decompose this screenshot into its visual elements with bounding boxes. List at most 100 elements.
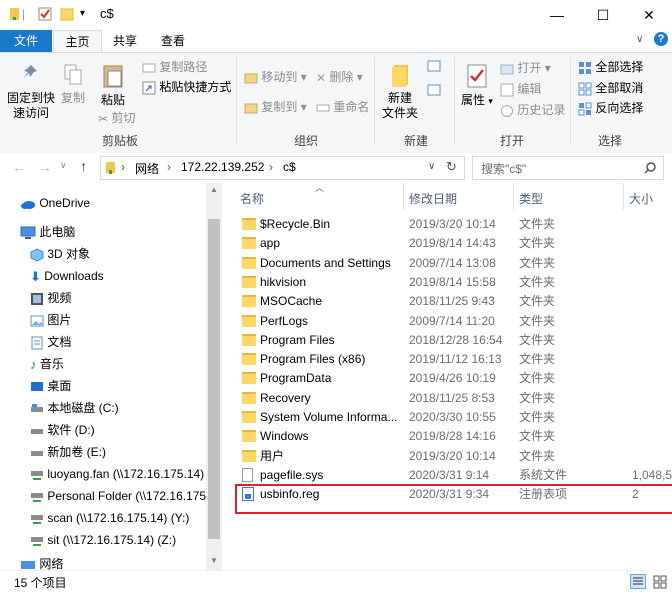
invert-selection-button[interactable]: 反向选择	[578, 99, 643, 117]
table-row[interactable]: Program Files (x86) 2019/11/12 16:13 文件夹	[222, 350, 672, 369]
column-divider[interactable]	[623, 183, 624, 210]
nav-item-pictures[interactable]: 图片	[30, 310, 71, 330]
details-view-icon[interactable]	[630, 574, 646, 589]
scroll-down-icon[interactable]: ▼	[210, 556, 218, 565]
history-label: 历史记录	[517, 103, 566, 117]
copy-path-button[interactable]: 复制路径	[142, 58, 207, 76]
tab-share[interactable]: 共享	[104, 30, 146, 52]
column-divider[interactable]	[513, 183, 514, 210]
column-header-name[interactable]: 名称	[240, 189, 264, 209]
breadcrumb-chevron-icon[interactable]: ›	[167, 160, 171, 174]
breadcrumb-chevron-icon[interactable]: ›	[269, 160, 273, 174]
nav-item-desktop[interactable]: 桌面	[30, 376, 71, 396]
nav-item-drive-d[interactable]: 软件 (D:)	[30, 420, 95, 440]
minimize-button[interactable]: —	[534, 0, 580, 30]
maximize-button[interactable]: ☐	[580, 0, 626, 30]
nav-item-local-disk-c[interactable]: 本地磁盘 (C:)	[30, 398, 119, 418]
table-row[interactable]: Recovery 2018/11/25 8:53 文件夹	[222, 389, 672, 408]
up-arrow-icon[interactable]: ↑	[80, 158, 87, 174]
nav-label: 文档	[47, 335, 72, 349]
nav-item-network[interactable]: 网络	[20, 558, 63, 570]
nav-item-videos[interactable]: 视频	[30, 288, 71, 308]
back-arrow-icon[interactable]: ←	[12, 159, 26, 175]
new-item-button[interactable]	[424, 59, 444, 79]
rename-button[interactable]: 重命名	[316, 98, 369, 116]
breadcrumb-share[interactable]: c$	[283, 160, 296, 174]
delete-button[interactable]: ✕ 删除 ▾	[316, 68, 363, 86]
copy-button[interactable]: 复制	[58, 63, 88, 106]
customize-toolbar-icon[interactable]: ▾	[80, 7, 94, 21]
table-row[interactable]: ProgramData 2019/4/26 10:19 文件夹	[222, 369, 672, 388]
nav-label: 视频	[47, 291, 72, 305]
table-row[interactable]: hikvision 2019/8/14 15:58 文件夹	[222, 273, 672, 292]
paste-button[interactable]: 粘贴	[96, 63, 130, 108]
table-row[interactable]: pagefile.sys 2020/3/31 9:14 系统文件 1,048,5	[222, 466, 672, 485]
open-button[interactable]: 打开 ▾	[500, 59, 551, 77]
column-header-modified[interactable]: 修改日期	[409, 189, 457, 209]
collapse-ribbon-icon[interactable]: ∨	[636, 34, 643, 45]
tab-file[interactable]: 文件	[0, 30, 52, 52]
tab-view[interactable]: 查看	[150, 30, 196, 52]
pin-label-2: 速访问	[12, 106, 49, 120]
table-row[interactable]: Documents and Settings 2009/7/14 13:08 文件夹	[222, 254, 672, 273]
nav-scrollbar[interactable]: ▲ ▼	[206, 183, 222, 570]
large-icons-view-icon[interactable]	[652, 574, 668, 589]
search-input[interactable]: 搜索"c$"	[481, 160, 526, 177]
column-divider[interactable]	[403, 183, 404, 210]
nav-item-drive-e[interactable]: 新加卷 (E:)	[30, 442, 106, 462]
nav-item-network-drive[interactable]: Personal Folder (\\172.16.175	[30, 486, 206, 506]
recent-locations-icon[interactable]: ∨	[60, 160, 67, 171]
address-dropdown-icon[interactable]: ∨	[428, 161, 435, 172]
new-folder-quick-icon[interactable]	[60, 7, 74, 21]
table-row[interactable]: Program Files 2018/12/28 16:54 文件夹	[222, 331, 672, 350]
table-row[interactable]: app 2019/8/14 14:43 文件夹	[222, 234, 672, 253]
nav-item-network-drive[interactable]: luoyang.fan (\\172.16.175.14)	[30, 464, 204, 484]
properties-button[interactable]: 属性 ▾	[460, 63, 494, 109]
new-folder-button[interactable]: 新建 文件夹	[380, 63, 420, 121]
pin-quick-access-button[interactable]: 固定到快 速访问	[6, 63, 56, 121]
file-date: 2020/3/31 9:14	[409, 468, 490, 482]
refresh-icon[interactable]: ↻	[446, 159, 457, 175]
copy-label: 复制	[60, 91, 85, 105]
tab-home[interactable]: 主页	[53, 30, 102, 53]
file-date: 2019/3/20 10:14	[409, 217, 496, 231]
breadcrumb-host[interactable]: 172.22.139.252	[181, 160, 264, 174]
table-row[interactable]: $Recycle.Bin 2019/3/20 10:14 文件夹	[222, 215, 672, 234]
nav-item-this-pc[interactable]: 此电脑	[20, 222, 75, 242]
properties-quick-icon[interactable]	[38, 7, 52, 21]
nav-item-3d-objects[interactable]: 3D 对象	[30, 244, 90, 264]
close-button[interactable]: ✕	[626, 0, 672, 30]
cut-button[interactable]: ✂ 剪切	[98, 109, 135, 127]
scroll-up-icon[interactable]: ▲	[210, 185, 218, 194]
table-row[interactable]: MSOCache 2018/11/25 9:43 文件夹	[222, 292, 672, 311]
move-to-button[interactable]: 移动到 ▾	[244, 68, 307, 86]
nav-item-onedrive[interactable]: OneDrive	[20, 193, 90, 213]
table-row[interactable]: PerfLogs 2009/7/14 11:20 文件夹	[222, 312, 672, 331]
nav-item-network-drive[interactable]: scan (\\172.16.175.14) (Y:)	[30, 508, 189, 528]
easy-access-button[interactable]	[424, 83, 444, 103]
nav-item-network-drive[interactable]: sit (\\172.16.175.14) (Z:)	[30, 530, 176, 550]
select-all-button[interactable]: 全部选择	[578, 58, 643, 76]
forward-arrow-icon[interactable]: →	[38, 159, 52, 175]
nav-item-documents[interactable]: 文档	[30, 332, 71, 352]
column-header-type[interactable]: 类型	[519, 189, 543, 209]
file-type: 文件夹	[519, 256, 556, 270]
select-none-button[interactable]: 全部取消	[578, 79, 643, 97]
scrollbar-thumb[interactable]	[208, 219, 220, 539]
paste-shortcut-button[interactable]: 粘贴快捷方式	[142, 78, 231, 96]
history-button[interactable]: 历史记录	[500, 101, 565, 119]
edit-button[interactable]: 编辑	[500, 80, 541, 98]
file-type: 文件夹	[519, 217, 556, 231]
nav-item-downloads[interactable]: ⬇ Downloads	[30, 266, 104, 286]
address-bar[interactable]: › 网络 › 172.22.139.252 › c$ ∨ ↻	[100, 156, 465, 180]
help-icon[interactable]: ?	[654, 32, 668, 46]
table-row[interactable]: 用户 2019/3/20 10:14 文件夹	[222, 447, 672, 466]
breadcrumb-chevron-icon[interactable]: ›	[121, 160, 125, 174]
search-box[interactable]: 搜索"c$"	[472, 156, 664, 180]
column-header-size[interactable]: 大小	[629, 189, 653, 209]
table-row[interactable]: Windows 2019/8/28 14:16 文件夹	[222, 427, 672, 446]
copy-to-button[interactable]: 复制到 ▾	[244, 98, 307, 116]
table-row[interactable]: System Volume Informa... 2020/3/30 10:55 文…	[222, 408, 672, 427]
breadcrumb-network[interactable]: 网络	[135, 160, 159, 177]
nav-item-music[interactable]: ♪ 音乐	[30, 354, 64, 374]
